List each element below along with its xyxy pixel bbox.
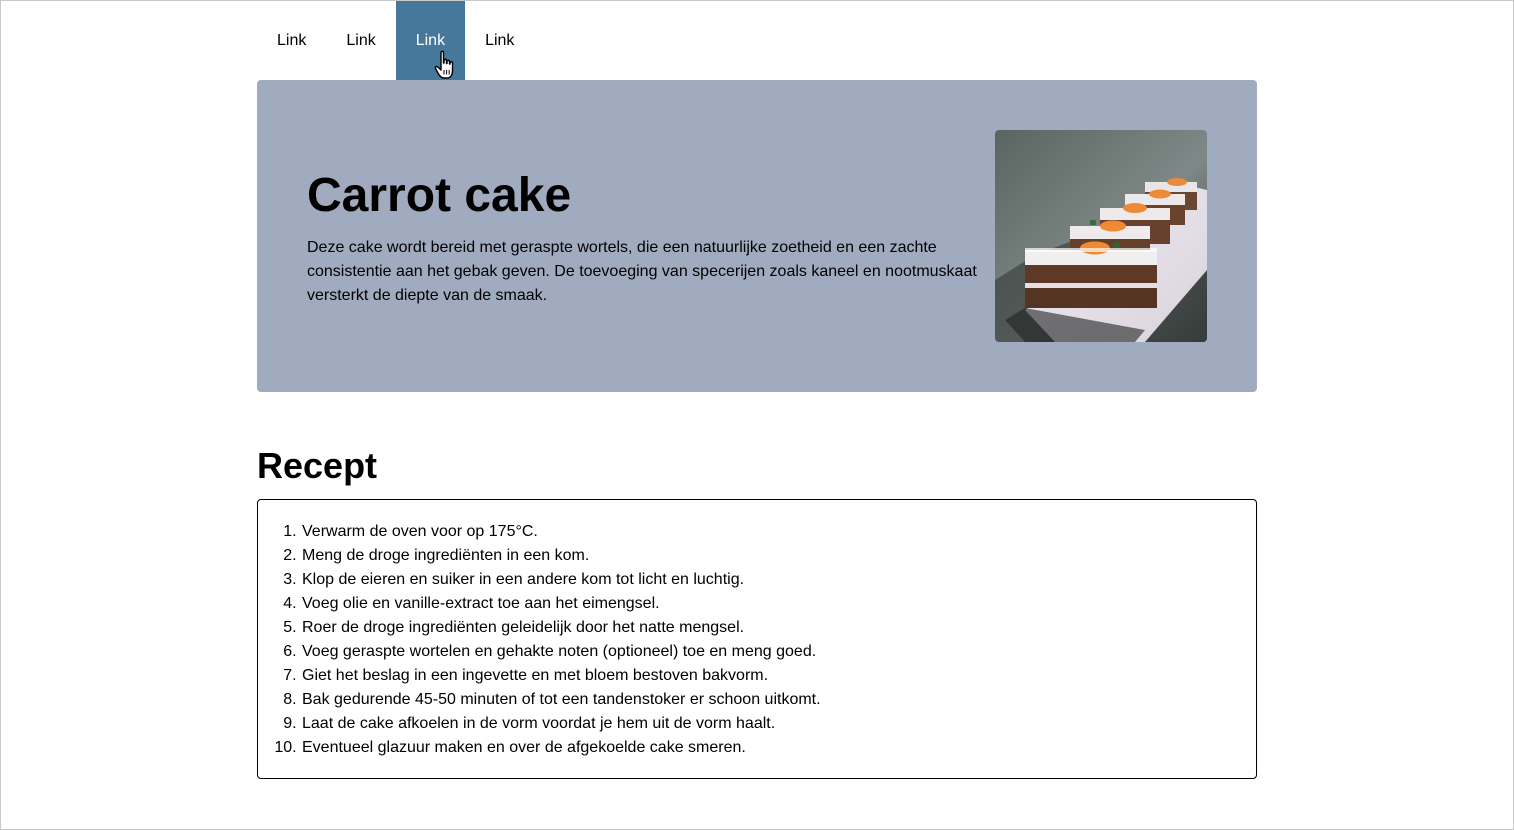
recipe-steps-list: Verwarm de oven voor op 175°C. Meng de d…	[258, 500, 1256, 760]
recipe-step: Roer de droge ingrediënten geleidelijk d…	[301, 616, 1256, 640]
recipe-step: Bak gedurende 45-50 minuten of tot een t…	[301, 688, 1256, 712]
recipe-step: Eventueel glazuur maken en over de afgek…	[301, 736, 1256, 760]
hero-description: Deze cake wordt bereid met geraspte wort…	[307, 239, 977, 304]
recipe-step: Giet het beslag in een ingevette en met …	[301, 664, 1256, 688]
nav-link-2[interactable]: Link	[326, 1, 395, 80]
hero-title: Carrot cake	[307, 169, 572, 222]
recipe-step: Verwarm de oven voor op 175°C.	[301, 520, 1256, 544]
recipe-step: Klop de eieren en suiker in een andere k…	[301, 568, 1256, 592]
nav-link-4[interactable]: Link	[465, 1, 534, 80]
recipe-step: Voeg geraspte wortelen en gehakte noten …	[301, 640, 1256, 664]
recipe-step: Meng de droge ingrediënten in een kom.	[301, 544, 1256, 568]
recipe-title: Recept	[257, 445, 378, 486]
carrot-cake-image	[995, 130, 1207, 342]
hand-cursor-icon	[434, 50, 454, 79]
recipe-step: Voeg olie en vanille-extract toe aan het…	[301, 592, 1256, 616]
recipe-step: Laat de cake afkoelen in de vorm voordat…	[301, 712, 1256, 736]
top-nav: Link Link Link Link	[257, 1, 534, 80]
recipe-box: Verwarm de oven voor op 175°C. Meng de d…	[257, 499, 1257, 779]
hero-banner: Carrot cake Deze cake wordt bereid met g…	[257, 80, 1257, 392]
nav-link-1[interactable]: Link	[257, 1, 326, 80]
